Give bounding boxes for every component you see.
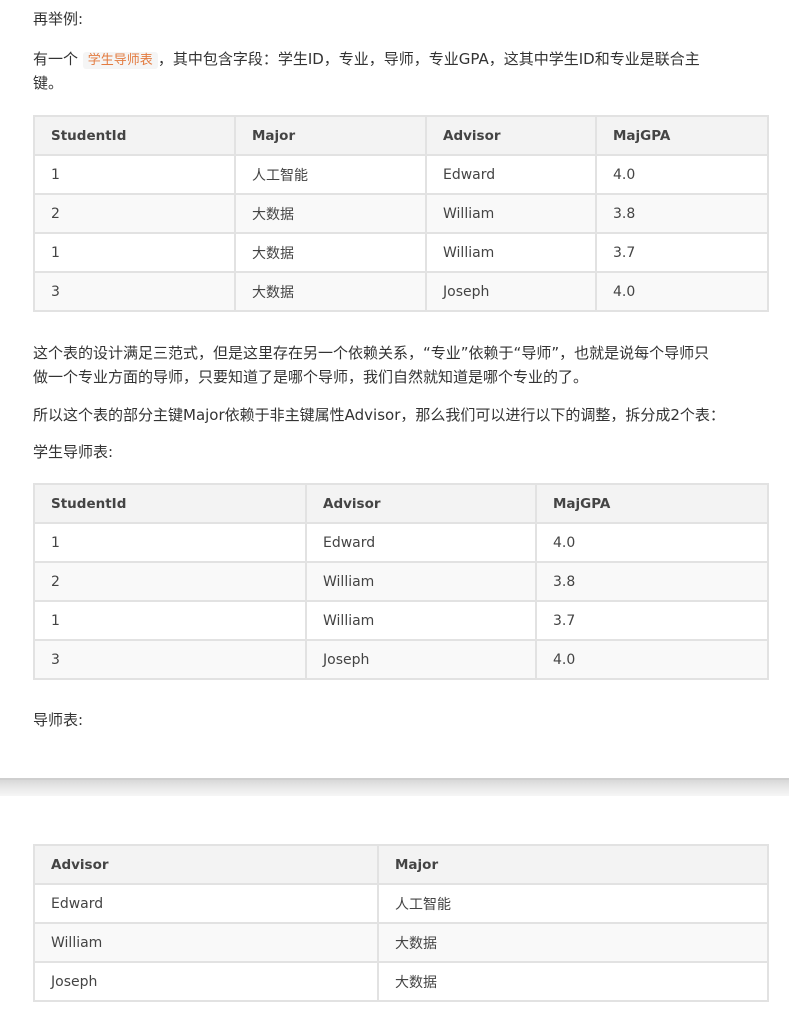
table-cell: 2 [33, 193, 236, 234]
table-cell: 4.0 [535, 639, 769, 680]
column-header: Advisor [425, 115, 597, 156]
advisor-table-label: 导师表: [33, 711, 84, 729]
dependency-paragraph-line2: 做一个专业方面的导师，只要知道了是哪个导师，我们自然就知道是哪个专业的了。 [33, 368, 589, 386]
table-cell: 4.0 [535, 522, 769, 563]
table-cell: William [33, 922, 379, 963]
advisor-table: Advisor Major Edward 人工智能 William 大数据 Jo… [33, 844, 769, 1002]
table-cell: 3.7 [595, 232, 769, 273]
table-cell: 3 [33, 271, 236, 312]
dependency-paragraph-line1: 这个表的设计满足三范式，但是这里存在另一个依赖关系，“专业”依赖于“导师”，也就… [33, 344, 710, 362]
table-cell: 3.8 [595, 193, 769, 234]
column-header: StudentId [33, 115, 236, 156]
table-cell: Joseph [33, 961, 379, 1002]
table-cell: 1 [33, 522, 307, 563]
table-row: Joseph 大数据 [33, 961, 769, 1002]
table-row: 2 William 3.8 [33, 561, 769, 602]
table-cell: Joseph [425, 271, 597, 312]
table-cell: 大数据 [377, 961, 769, 1002]
table-row: 3 大数据 Joseph 4.0 [33, 271, 769, 312]
table-cell: 1 [33, 600, 307, 641]
table-row: 1 Edward 4.0 [33, 522, 769, 563]
table-cell: 人工智能 [377, 883, 769, 924]
column-header: Advisor [33, 844, 379, 885]
table-cell: Edward [33, 883, 379, 924]
table-header-row: Advisor Major [33, 844, 769, 885]
document-page: 再举例: 有一个 学生导师表 ，其中包含字段：学生ID，专业，导师，专业GPA，这… [0, 0, 789, 1033]
table-cell: 2 [33, 561, 307, 602]
table-cell: 大数据 [234, 232, 427, 273]
column-header: Major [234, 115, 427, 156]
column-header: MajGPA [595, 115, 769, 156]
table-row: 3 Joseph 4.0 [33, 639, 769, 680]
table-cell: 3 [33, 639, 307, 680]
table-cell: 1 [33, 154, 236, 195]
table-cell: Edward [305, 522, 537, 563]
table-cell: 4.0 [595, 154, 769, 195]
example-heading: 再举例: [33, 10, 84, 28]
table-cell: William [305, 561, 537, 602]
student-advisor-table: StudentId Advisor MajGPA 1 Edward 4.0 2 … [33, 483, 769, 680]
column-header: Major [377, 844, 769, 885]
table-cell: 4.0 [595, 271, 769, 312]
table-cell: William [425, 232, 597, 273]
table-cell: 大数据 [234, 193, 427, 234]
table-cell: Edward [425, 154, 597, 195]
student-advisor-table-label: 学生导师表: [33, 443, 114, 461]
table-cell: 3.8 [535, 561, 769, 602]
column-header: MajGPA [535, 483, 769, 524]
table-row: 1 大数据 William 3.7 [33, 232, 769, 273]
column-header: StudentId [33, 483, 307, 524]
table-cell: 大数据 [234, 271, 427, 312]
table-cell: 1 [33, 232, 236, 273]
table-cell: 大数据 [377, 922, 769, 963]
table-header-row: StudentId Advisor MajGPA [33, 483, 769, 524]
table-cell: William [425, 193, 597, 234]
table-row: 2 大数据 William 3.8 [33, 193, 769, 234]
intro-paragraph: 有一个 学生导师表 ，其中包含字段：学生ID，专业，导师，专业GPA，这其中学生I… [33, 47, 755, 73]
table-cell: 3.7 [535, 600, 769, 641]
table-row: William 大数据 [33, 922, 769, 963]
table-row: Edward 人工智能 [33, 883, 769, 924]
student-advisor-major-table: StudentId Major Advisor MajGPA 1 人工智能 Ed… [33, 115, 769, 312]
table-row: 1 人工智能 Edward 4.0 [33, 154, 769, 195]
inline-code-table-name: 学生导师表 [82, 52, 158, 69]
table-header-row: StudentId Major Advisor MajGPA [33, 115, 769, 156]
intro-text-start: 有一个 [33, 50, 79, 68]
decomposition-paragraph: 所以这个表的部分主键Major依赖于非主键属性Advisor，那么我们可以进行以… [33, 406, 725, 424]
table-cell: William [305, 600, 537, 641]
table-cell: 人工智能 [234, 154, 427, 195]
table-cell: Joseph [305, 639, 537, 680]
intro-text-line2: 键。 [33, 74, 64, 92]
table-row: 1 William 3.7 [33, 600, 769, 641]
column-header: Advisor [305, 483, 537, 524]
page-break-shadow [0, 780, 789, 796]
intro-text-rest: ，其中包含字段：学生ID，专业，导师，专业GPA，这其中学生ID和专业是联合主 [157, 50, 700, 68]
